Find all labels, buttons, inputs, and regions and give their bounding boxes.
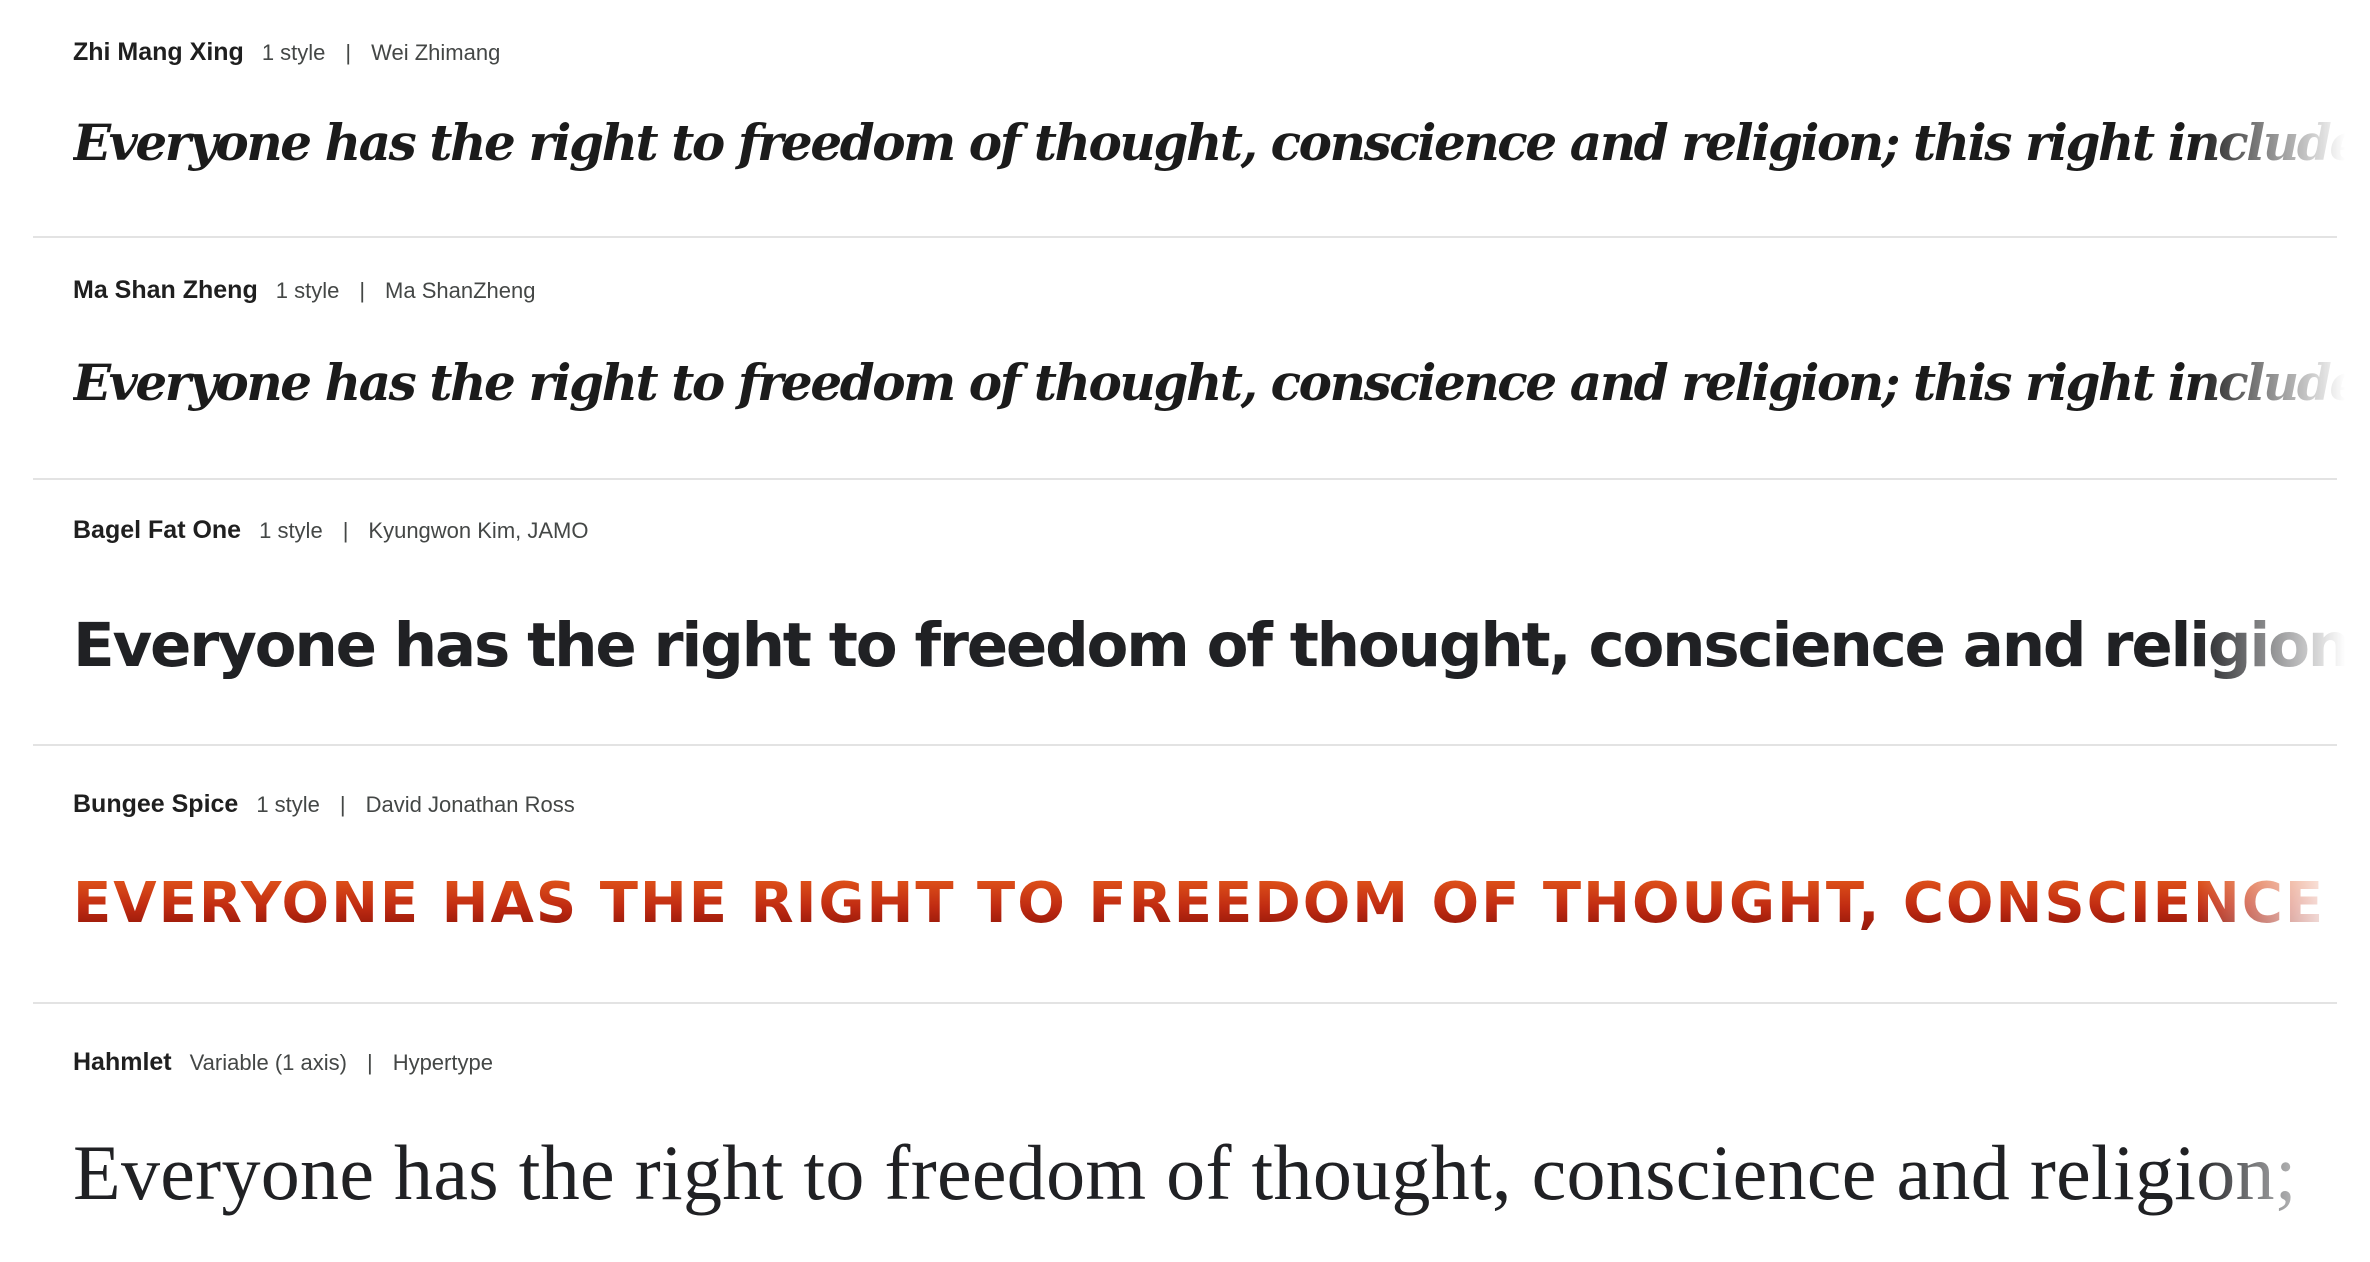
- font-card-bungee-spice[interactable]: Bungee Spice 1 style | David Jonathan Ro…: [33, 746, 2345, 1004]
- preview-text: Everyone has the right to freedom of tho…: [73, 615, 2345, 681]
- font-preview[interactable]: Everyone has the right to freedom of tho…: [73, 615, 2345, 705]
- font-designer: Wei Zhimang: [371, 40, 501, 65]
- font-family-name[interactable]: Bungee Spice: [73, 790, 238, 819]
- font-meta: Ma Shan Zheng 1 style | Ma ShanZheng: [73, 276, 535, 305]
- font-designer: Hypertype: [392, 1050, 493, 1075]
- font-designer: David Jonathan Ross: [365, 792, 575, 817]
- font-style-count: Variable (1 axis): [189, 1050, 347, 1075]
- font-designer: Ma ShanZheng: [385, 278, 536, 303]
- font-family-name[interactable]: Hahmlet: [73, 1048, 172, 1077]
- font-meta: Zhi Mang Xing 1 style | Wei Zhimang: [73, 38, 500, 67]
- preview-text: EVERYONE HAS THE RIGHT TO FREEDOM OF THO…: [73, 876, 2326, 936]
- font-meta: Bagel Fat One 1 style | Kyungwon Kim, JA…: [73, 516, 588, 545]
- font-preview[interactable]: Everyone has the right to freedom of tho…: [73, 1134, 2345, 1234]
- preview-text: Everyone has the right to freedom of tho…: [73, 1134, 2297, 1216]
- meta-separator: |: [342, 518, 349, 543]
- font-style-count: 1 style: [275, 278, 340, 303]
- font-style-count: 1 style: [259, 518, 323, 543]
- font-family-name[interactable]: Ma Shan Zheng: [73, 276, 258, 305]
- font-family-name[interactable]: Zhi Mang Xing: [73, 38, 244, 67]
- font-meta: Bungee Spice 1 style | David Jonathan Ro…: [73, 790, 575, 819]
- meta-separator: |: [345, 40, 352, 65]
- meta-separator: |: [366, 1050, 373, 1075]
- font-card-bagel-fat-one[interactable]: Bagel Fat One 1 style | Kyungwon Kim, JA…: [33, 480, 2345, 746]
- font-preview[interactable]: Everyone has the right to freedom of tho…: [73, 118, 2345, 206]
- font-style-count: 1 style: [261, 40, 326, 65]
- font-preview[interactable]: Everyone has the right to freedom of tho…: [73, 358, 2345, 446]
- font-style-count: 1 style: [256, 792, 320, 817]
- font-card-ma-shan-zheng[interactable]: Ma Shan Zheng 1 style | Ma ShanZheng Eve…: [33, 238, 2345, 480]
- font-family-list: Zhi Mang Xing 1 style | Wei Zhimang Ever…: [33, 0, 2345, 1262]
- font-preview[interactable]: EVERYONE HAS THE RIGHT TO FREEDOM OF THO…: [73, 876, 2345, 956]
- font-card-zhi-mang-xing[interactable]: Zhi Mang Xing 1 style | Wei Zhimang Ever…: [33, 0, 2345, 238]
- meta-separator: |: [339, 792, 346, 817]
- font-meta: Hahmlet Variable (1 axis) | Hypertype: [73, 1048, 493, 1077]
- font-family-name[interactable]: Bagel Fat One: [73, 516, 241, 545]
- font-card-hahmlet[interactable]: Hahmlet Variable (1 axis) | Hypertype Ev…: [33, 1004, 2345, 1262]
- font-designer: Kyungwon Kim, JAMO: [368, 518, 589, 543]
- meta-separator: |: [359, 278, 366, 303]
- preview-text: Everyone has the right to freedom of tho…: [73, 358, 2345, 412]
- preview-text: Everyone has the right to freedom of tho…: [73, 118, 2345, 172]
